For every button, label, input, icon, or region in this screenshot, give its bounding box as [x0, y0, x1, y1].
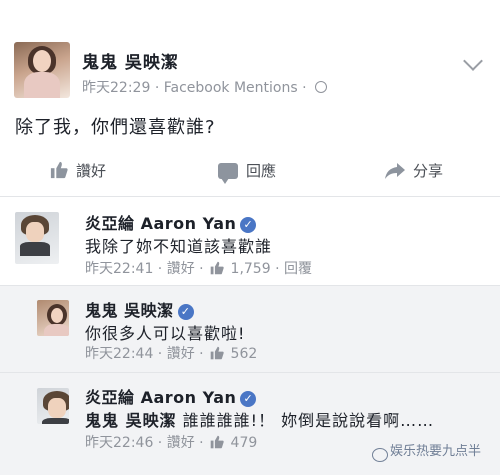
post-source[interactable]: Facebook Mentions — [164, 80, 298, 96]
post-actions: 讚好 回應 分享 — [0, 152, 500, 192]
comment-like-button[interactable]: 讚好 — [167, 346, 195, 362]
comment-time[interactable]: 昨天22:41 — [85, 261, 153, 277]
comment-like-button[interactable]: 讚好 — [167, 435, 195, 451]
comment-bubble-icon — [218, 163, 238, 184]
share-button[interactable]: 分享 — [385, 160, 443, 181]
post-header: 鬼鬼 吳映潔 昨天22:29 · Facebook Mentions · — [0, 0, 500, 110]
comment-text: 我除了妳不知道該喜歡誰 — [85, 237, 273, 256]
thumbs-up-icon — [50, 161, 68, 179]
comment-author[interactable]: 炎亞綸 Aaron Yan ✓ — [85, 210, 257, 234]
comment-mention[interactable]: 鬼鬼 吳映潔 — [85, 411, 177, 430]
thumbs-up-icon — [210, 346, 224, 360]
comment-text: 鬼鬼 吳映潔 誰誰誰誰!！ 妳倒是說說看啊…… — [85, 411, 435, 430]
like-button[interactable]: 讚好 — [50, 160, 106, 181]
post-time[interactable]: 昨天22:29 — [82, 80, 150, 96]
verified-badge-icon: ✓ — [240, 217, 257, 233]
divider — [0, 285, 500, 286]
chevron-down-icon[interactable] — [463, 51, 483, 71]
comment-like-button[interactable]: 讚好 — [167, 261, 195, 277]
comment-reply-button[interactable]: 回覆 — [284, 261, 312, 277]
globe-icon — [315, 81, 327, 93]
commenter-avatar[interactable] — [15, 212, 59, 264]
comment-text: 你很多人可以喜歡啦! — [85, 324, 246, 343]
share-arrow-icon — [385, 163, 405, 179]
comment-time[interactable]: 昨天22:46 — [85, 435, 153, 451]
comment-meta: 昨天22:46 · 讚好 · 479 — [85, 435, 258, 451]
comment-time[interactable]: 昨天22:44 — [85, 346, 153, 362]
comment-like-count[interactable]: 562 — [231, 346, 258, 362]
wechat-icon — [372, 448, 388, 462]
post-body: 除了我，你們還喜歡誰? — [15, 117, 216, 138]
thumbs-up-icon — [210, 261, 224, 275]
divider — [0, 372, 500, 373]
commenter-avatar[interactable] — [37, 388, 69, 424]
comment-like-count[interactable]: 1,759 — [231, 261, 271, 277]
verified-badge-icon: ✓ — [240, 391, 257, 407]
post-author-avatar[interactable] — [14, 42, 70, 98]
comment-meta: 昨天22:44 · 讚好 · 562 — [85, 346, 258, 362]
comment-like-count[interactable]: 479 — [231, 435, 258, 451]
comment-meta: 昨天22:41 · 讚好 · 1,759 · 回覆 — [85, 261, 312, 277]
verified-badge-icon: ✓ — [177, 304, 194, 320]
comment-author[interactable]: 炎亞綸 Aaron Yan ✓ — [85, 384, 257, 408]
comment-button[interactable]: 回應 — [218, 160, 276, 184]
post-meta: 昨天22:29 · Facebook Mentions · — [82, 77, 327, 97]
watermark: 娱乐热要九点半 — [390, 444, 482, 459]
thumbs-up-icon — [210, 435, 224, 449]
post-author-name[interactable]: 鬼鬼 吳映潔 — [82, 48, 179, 73]
comment-author[interactable]: 鬼鬼 吳映潔 ✓ — [85, 297, 194, 321]
commenter-avatar[interactable] — [37, 300, 69, 336]
